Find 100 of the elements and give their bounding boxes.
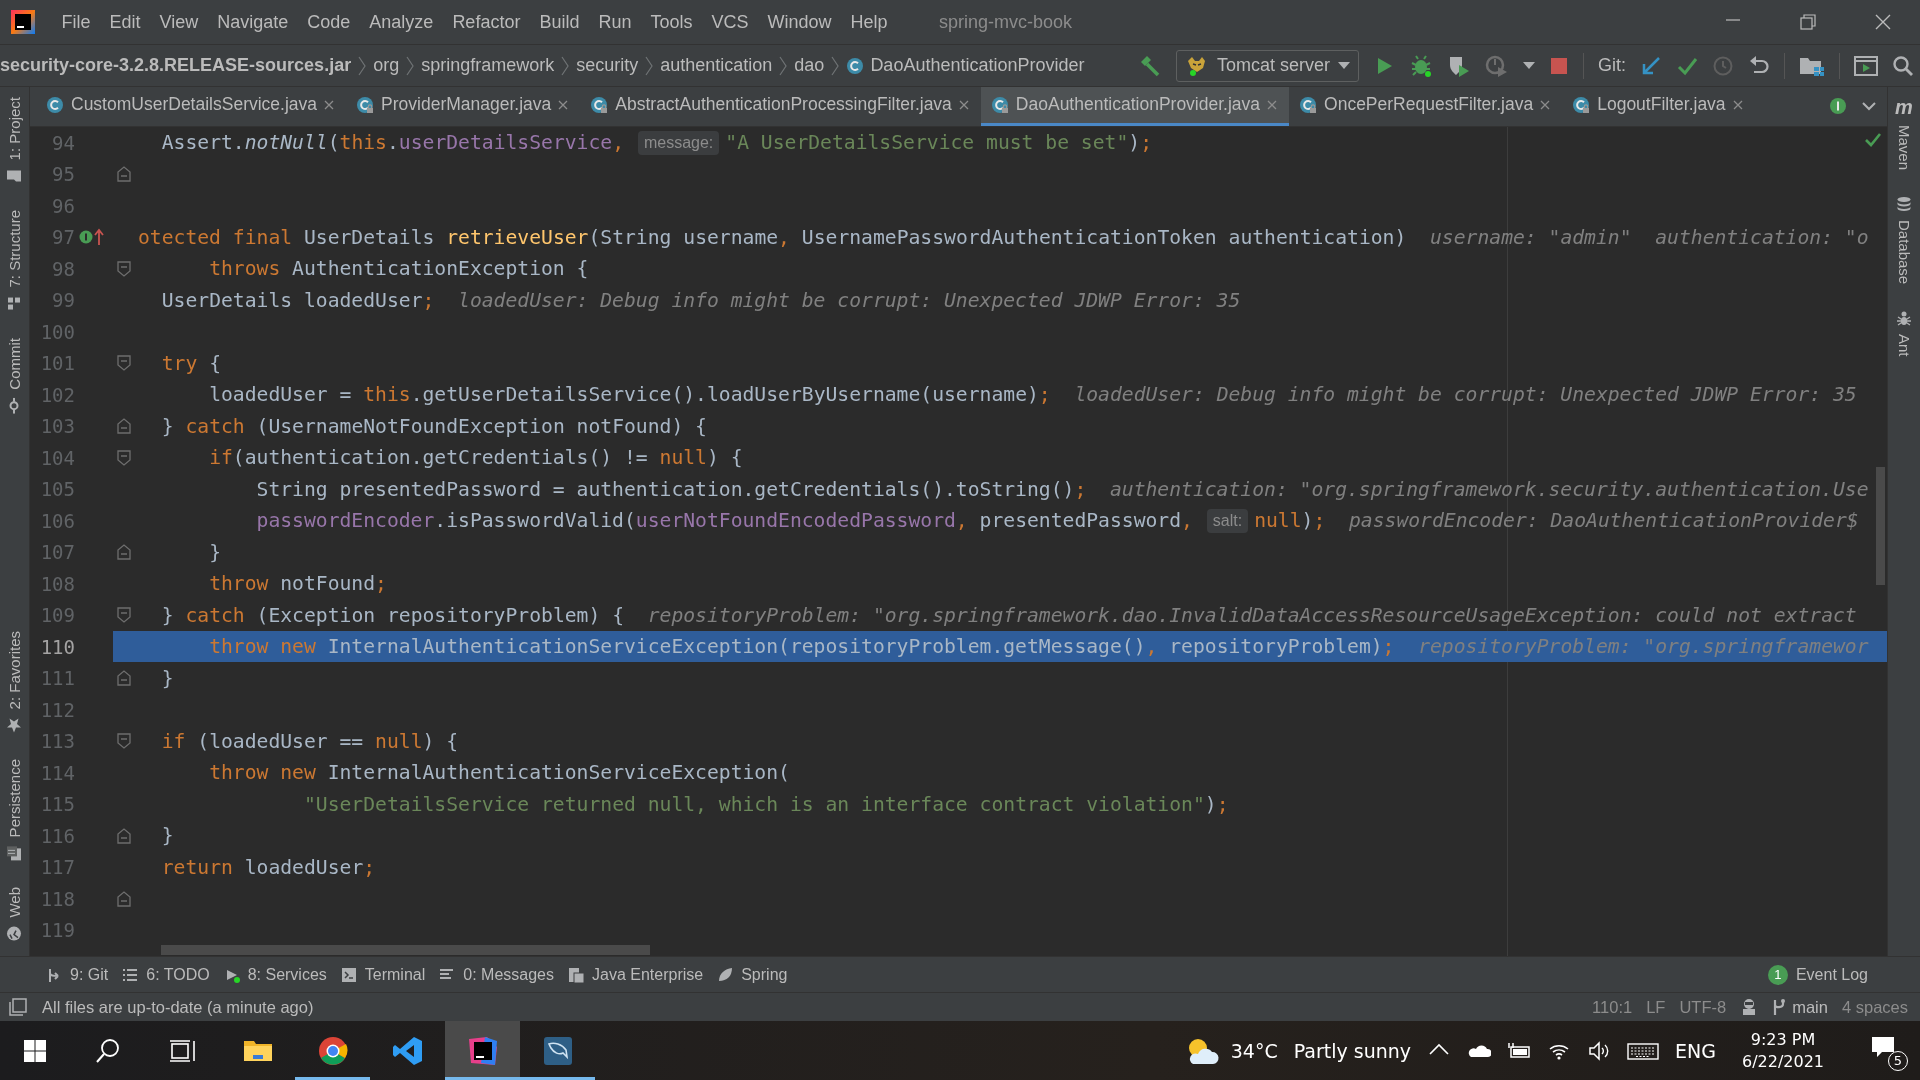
event-log-button[interactable]: 1 Event Log [1765,964,1880,985]
code-text: return loadedUser; [161,855,376,879]
tool-window-button[interactable]: m Maven [1895,91,1913,177]
line-number: 96 [51,194,75,217]
tool-window-button[interactable]: 8: Services [221,965,339,984]
tool-window-button[interactable]: Java Enterprise [566,965,716,984]
breadcrumb[interactable]: DaoAuthenticationProvider [870,55,1085,76]
up-arrow-icon[interactable] [94,228,104,247]
tool-window-button[interactable]: 7: Structure [6,204,23,318]
menu-item[interactable]: Refactor [442,7,530,37]
stop-icon[interactable] [1549,55,1569,76]
branch-icon [1772,998,1787,1017]
clock[interactable]: 9:23 PM 6/22/2021 [1741,1028,1824,1073]
close-icon[interactable] [1732,99,1743,110]
menu-item[interactable]: Code [297,7,360,37]
interface-icon[interactable] [1829,97,1847,116]
bug-icon[interactable] [1409,53,1433,78]
tool-window-button[interactable]: Database [1895,190,1913,291]
fold-marker-icon[interactable] [117,166,131,183]
line-number: 105 [39,478,75,501]
branch-widget[interactable]: main [1772,997,1828,1017]
breadcrumb[interactable]: security-core-3.2.8.RELEASE-sources.jar [0,55,352,76]
fold-marker-icon[interactable] [117,607,131,624]
window-title: spring-mvc-book [939,11,1073,33]
line-number: 106 [39,509,75,532]
tool-window-button[interactable]: 6: TODO [120,965,222,984]
menu-item[interactable]: Build [529,7,589,37]
breadcrumb[interactable]: springframework [421,55,555,76]
chevron-down-icon[interactable] [1861,101,1877,112]
close-icon[interactable] [958,99,969,110]
line-number: 115 [39,793,75,816]
menu-item[interactable]: Edit [100,7,151,37]
tool-window-button[interactable]: Terminal [338,965,438,984]
close-icon[interactable] [1540,99,1551,110]
tool-window-button[interactable]: Ant [1895,304,1913,363]
breadcrumb[interactable]: dao [794,55,825,76]
scrollbar-thumb[interactable] [161,945,650,955]
caret-position[interactable]: 110:1 [1592,997,1633,1017]
speaker-icon[interactable] [1587,1038,1611,1063]
taskbar-button[interactable] [445,1021,520,1080]
ant-icon [1896,310,1912,327]
scrollbar-thumb[interactable] [1876,466,1885,585]
fold-marker-icon[interactable] [117,418,131,435]
clock-time: 9:23 PM [1750,1028,1816,1051]
menu-item[interactable]: Window [758,7,842,37]
fold-marker-icon[interactable] [117,355,131,372]
menu-item[interactable]: Navigate [207,7,298,37]
close-icon[interactable] [1267,99,1278,110]
indent-setting[interactable]: 4 spaces [1841,997,1908,1017]
tool-window-button[interactable]: 0: Messages [437,965,566,984]
breadcrumb[interactable]: org [373,55,400,76]
temperature[interactable]: 34°C [1230,1039,1278,1062]
close-icon[interactable] [324,99,335,110]
fold-marker-icon[interactable] [117,827,131,844]
menu-item[interactable]: Run [588,7,641,37]
line-number: 100 [39,320,75,343]
arrow-icon[interactable] [1640,54,1662,77]
tool-window-button[interactable]: 9: Git [44,965,121,984]
file-encoding[interactable]: UTF-8 [1679,997,1727,1017]
implementation-icon[interactable] [79,230,93,245]
fold-marker-icon[interactable] [117,449,131,466]
fold-marker-icon[interactable] [117,733,131,750]
breadcrumb[interactable]: authentication [660,55,773,76]
tool-window-button[interactable]: Spring [715,965,800,984]
close-icon[interactable] [558,99,569,110]
tool-window-button[interactable]: Commit [6,331,23,420]
tool-window-button[interactable]: 2: Favorites [6,624,23,740]
fold-marker-icon[interactable] [117,670,131,687]
line-number: 98 [51,257,75,280]
menu-item[interactable]: VCS [702,7,758,37]
documents-icon [568,966,584,983]
code-text: } [161,666,174,690]
weather-condition[interactable]: Partly sunny [1293,1039,1411,1062]
caret-icon[interactable] [1523,61,1535,70]
line-separator[interactable]: LF [1646,997,1666,1017]
menu-item[interactable]: Tools [640,7,702,37]
panel-toggle-icon[interactable] [9,998,27,1017]
run-configuration-dropdown[interactable]: Tomcat server [1175,49,1359,82]
input-language[interactable]: ENG [1675,1039,1716,1062]
count-badge: 1 [1767,964,1788,985]
menu-item[interactable]: Analyze [359,7,443,37]
restore-button[interactable] [1797,12,1818,32]
chevron-icon [778,54,789,77]
menu-item[interactable]: File [52,7,100,37]
menu-item[interactable]: Help [841,7,898,37]
tool-window-button[interactable]: Persistence [6,753,23,868]
window-play-icon[interactable] [1854,54,1878,77]
fold-marker-icon[interactable] [117,544,131,561]
editor-tab[interactable]: DaoAuthenticationProvider.java [980,87,1290,126]
fold-marker-icon[interactable] [117,890,131,907]
tool-window-button[interactable]: 1: Project [6,91,23,191]
maven-icon: m [1895,97,1913,117]
search-icon[interactable] [1892,54,1914,77]
vcs-label: Git: [1598,55,1626,76]
chevron-icon [405,54,416,77]
fold-marker-icon[interactable] [117,260,131,277]
code-text: } catch (UsernameNotFoundException notFound) { [161,414,707,438]
menu-item[interactable]: View [150,7,208,37]
tool-window-button[interactable]: Web [6,881,23,948]
breadcrumb[interactable]: security [576,55,639,76]
